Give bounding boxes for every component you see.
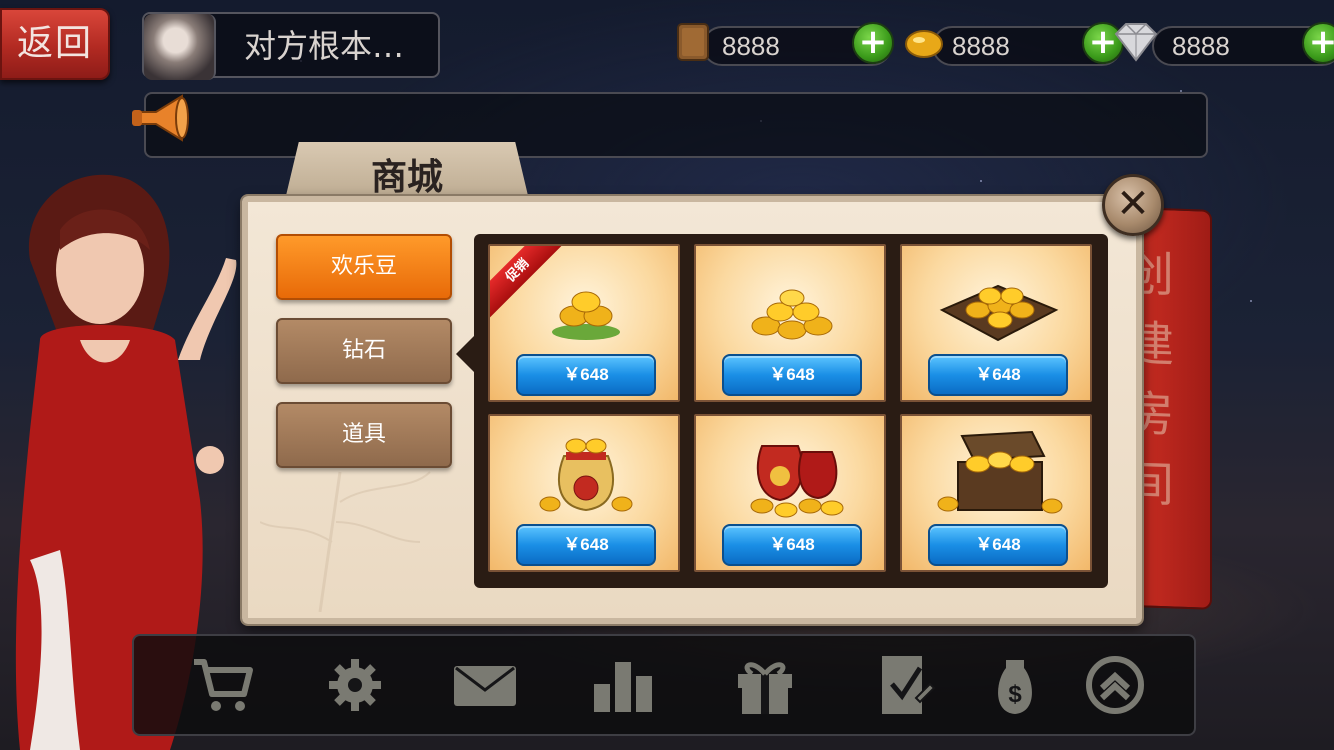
tab-props[interactable]: 道具 (276, 402, 452, 468)
buy-button[interactable]: ￥648 (516, 354, 656, 396)
bean-scatter-icon (751, 289, 833, 340)
buy-button[interactable]: ￥648 (722, 524, 862, 566)
player-profile[interactable]: 对方根本… (142, 12, 440, 80)
bean-tray-icon (939, 284, 1059, 342)
ticket-icon (674, 20, 714, 64)
bean-chest-icon (937, 430, 1063, 514)
promo-badge: 促销 (490, 246, 564, 320)
shop-title: 商城 (370, 157, 443, 198)
task-icon[interactable] (872, 654, 938, 716)
shop-item[interactable]: ￥648 (900, 244, 1092, 402)
buy-button[interactable]: ￥648 (722, 354, 862, 396)
active-tab-pointer (456, 334, 476, 374)
buy-button[interactable]: ￥648 (928, 524, 1068, 566)
upgrade-icon[interactable] (1082, 654, 1148, 716)
back-button[interactable]: 返回 (0, 8, 110, 80)
gold-bean-icon (904, 20, 944, 64)
svg-text:$: $ (1008, 681, 1022, 708)
ranking-icon[interactable] (590, 654, 656, 716)
gear-icon[interactable] (322, 654, 388, 716)
mail-icon[interactable] (452, 654, 518, 716)
gold-bean-count: 8888 (952, 31, 1010, 61)
resource-ticket: 8888 + (677, 22, 894, 66)
tab-diamonds[interactable]: 钻石 (276, 318, 452, 384)
shop-item[interactable]: ￥648 (694, 414, 886, 572)
buy-button[interactable]: ￥648 (516, 524, 656, 566)
diamond-icon (1108, 20, 1164, 64)
money-bag-icon[interactable]: $ (982, 654, 1048, 716)
bean-sack-icon (539, 438, 633, 512)
avatar[interactable] (144, 14, 216, 80)
tab-happy-beans[interactable]: 欢乐豆 (276, 234, 452, 300)
ticket-count: 8888 (722, 31, 780, 61)
gift-icon[interactable] (732, 654, 798, 716)
shop-item[interactable]: ￥648 (694, 244, 886, 402)
shop-item[interactable]: ￥648 促销 (488, 244, 680, 402)
diamond-count: 8888 (1172, 31, 1230, 61)
cart-icon[interactable] (190, 654, 256, 716)
bean-double-sack-icon (750, 445, 844, 518)
resource-gold-bean: 8888 + (905, 22, 1124, 66)
add-ticket-button[interactable]: + (852, 22, 894, 64)
promo-label: 促销 (490, 246, 564, 320)
resource-diamond: 8888 + (1114, 22, 1334, 66)
player-nickname: 对方根本… (244, 27, 405, 65)
buy-button[interactable]: ￥648 (928, 354, 1068, 396)
shop-item[interactable]: ￥648 (900, 414, 1092, 572)
bamboo-decoration (260, 471, 431, 612)
close-button[interactable]: ✕ (1102, 174, 1164, 236)
add-diamond-button[interactable]: + (1302, 22, 1334, 64)
shop-item[interactable]: ￥648 (488, 414, 680, 572)
megaphone-icon[interactable] (126, 90, 194, 146)
